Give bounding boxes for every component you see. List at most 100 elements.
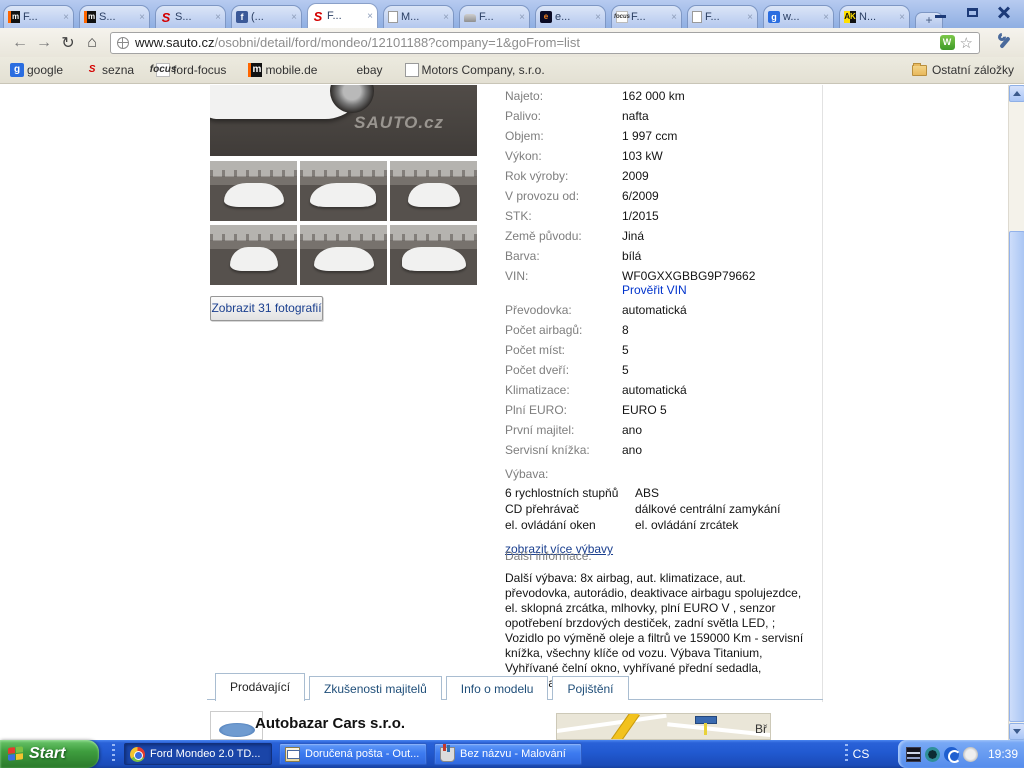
sauto-favicon: S [161,9,171,25]
main-car-photo[interactable]: SAUTO.cz [210,85,477,156]
bookmarks-bar: g google Ssezna focus ford-focus m mobile.d… [0,57,1024,84]
minimize-button[interactable] [928,4,952,21]
photo-thumbnails [210,161,480,289]
more-info-heading: Další informace: [505,549,592,563]
system-tray: 19:39 [898,740,1024,768]
browser-tab-8[interactable]: e e... × [535,5,606,28]
tab-prodavajici[interactable]: Prodávající [215,673,306,701]
spec-row: První majitel: ano [505,423,820,443]
tray-icon-2[interactable] [925,746,940,762]
browser-tab-6[interactable]: M... × [383,5,454,28]
equipment-item: ABS [635,486,660,500]
bookmark-ford-focus[interactable]: focus ford-focus [150,63,226,77]
tray-icon-1[interactable] [906,746,921,762]
show-all-photos-button[interactable]: Zobrazit 31 fotografií [210,296,323,321]
url-path: /osobni/detail/ford/mondeo/12101188?comp… [214,35,580,50]
equipment-item: dálkové centrální zamykání [635,502,781,516]
bookmark-seznam[interactable]: Ssezna [85,63,134,77]
taskbar-item-paint[interactable]: Bez názvu - Malování [434,743,582,765]
spec-label: Počet airbagů: [505,323,583,337]
spec-label: Země původu: [505,229,582,243]
browser-tab-1[interactable]: m F... × [3,5,74,28]
spec-label: Palivo: [505,109,542,123]
spec-value: 162 000 km [622,89,685,103]
tab-close-icon[interactable]: × [745,12,753,23]
tab-close-icon[interactable]: × [289,12,297,23]
taskbar-item-chrome[interactable]: Ford Mondeo 2.0 TD... [124,743,272,765]
bookmark-ebay[interactable]: ebay [339,63,382,77]
browser-tab-4[interactable]: f (... × [231,5,302,28]
tab-close-icon[interactable]: × [821,12,829,23]
other-bookmarks-button[interactable]: Ostatní záložky [911,62,1014,77]
tray-icon-3[interactable] [944,746,961,763]
tab-title: N... [859,11,877,23]
photo-thumbnail-5[interactable] [300,225,387,285]
restore-button[interactable] [960,4,984,21]
bookmark-star-icon[interactable]: ☆ [960,34,973,52]
browser-tab-9[interactable]: focus F... × [611,5,682,28]
task-title: Ford Mondeo 2.0 TD... [150,748,261,760]
bookmark-google[interactable]: g google [10,63,63,77]
sauto-watermark: SAUTO.cz [354,113,445,133]
verify-vin-link[interactable]: Prověřit VIN [622,283,820,297]
spec-label: Výkon: [505,149,542,163]
scroll-up-button[interactable] [1009,85,1024,102]
browser-tab-2[interactable]: m S... × [79,5,150,28]
spec-value: 1/2015 [622,209,659,223]
tab-info-o-modelu[interactable]: Info o modelu [445,676,549,700]
browser-tab-7[interactable]: F... × [459,5,530,28]
browser-tab-11[interactable]: g w... × [763,5,834,28]
up-arrow-icon [1013,91,1021,96]
wrench-menu-icon[interactable] [994,30,1016,54]
spec-row: Rok výroby: 2009 [505,169,820,189]
tab-close-icon[interactable]: × [593,12,601,23]
tab-close-icon[interactable]: × [669,12,677,23]
tab-close-icon[interactable]: × [137,12,145,23]
tab-close-icon[interactable]: × [213,12,221,23]
tab-close-icon[interactable]: × [897,12,905,23]
photo-thumbnail-6[interactable] [390,225,477,285]
taskbar-item-outlook[interactable]: Doručená pošta - Out... [279,743,427,765]
photo-thumbnail-4[interactable] [210,225,297,285]
start-button[interactable]: Start [0,740,99,768]
spec-row: V provozu od: 6/2009 [505,189,820,209]
tab-zkusenosti-majitelu[interactable]: Zkušenosti majitelů [309,676,442,700]
forward-button[interactable]: → [32,32,56,54]
scroll-down-button[interactable] [1009,723,1024,740]
address-bar[interactable]: www.sauto.cz /osobni/detail/ford/mondeo/… [110,31,980,54]
language-indicator[interactable]: CS [848,744,874,764]
seller-map[interactable]: Bř [556,713,771,740]
reload-button[interactable]: ↻ [56,32,80,54]
tab-close-icon[interactable]: × [441,12,449,23]
bookmark-label: mobile.de [265,63,318,77]
close-button[interactable] [992,4,1016,21]
tab-close-icon[interactable]: × [517,12,525,23]
back-button[interactable]: ← [8,32,32,54]
browser-tab-12[interactable]: A K N... × [839,5,910,28]
bookmark-motors-company[interactable]: Motors Company, s.r.o. [404,63,545,77]
scrollbar-thumb[interactable] [1009,231,1024,722]
tab-pojisteni[interactable]: Pojištění [552,676,629,700]
spec-value: 8 [622,323,629,337]
tab-close-icon[interactable]: × [61,12,69,23]
ford-focus-favicon: focus [614,11,630,23]
photo-thumbnail-1[interactable] [210,161,297,221]
bookmark-mobile-de[interactable]: m mobile.de [248,63,317,77]
spec-label: Rok výroby: [505,169,569,183]
browser-tab-3[interactable]: S S... × [155,5,226,28]
wot-extension-icon[interactable]: W [939,35,955,50]
spec-label: Najeto: [505,89,544,103]
browser-tab-active[interactable]: S F... × [307,3,378,28]
windows-taskbar: Start Ford Mondeo 2.0 TD... Doručená poš… [0,740,1024,768]
more-info-section: Další informace: Další výbava: 8x airbag… [505,549,813,691]
photo-thumbnail-3[interactable] [390,161,477,221]
bookmark-label: google [27,63,64,77]
photo-thumbnail-2[interactable] [300,161,387,221]
home-button[interactable]: ⌂ [80,32,104,54]
tray-icon-4[interactable] [963,746,978,762]
mobile-de-favicon: m [248,63,263,77]
spec-row: Palivo: nafta [505,109,820,129]
browser-tab-10[interactable]: F... × [687,5,758,28]
page-scrollbar[interactable] [1008,85,1024,740]
tab-close-icon[interactable]: × [365,11,373,22]
